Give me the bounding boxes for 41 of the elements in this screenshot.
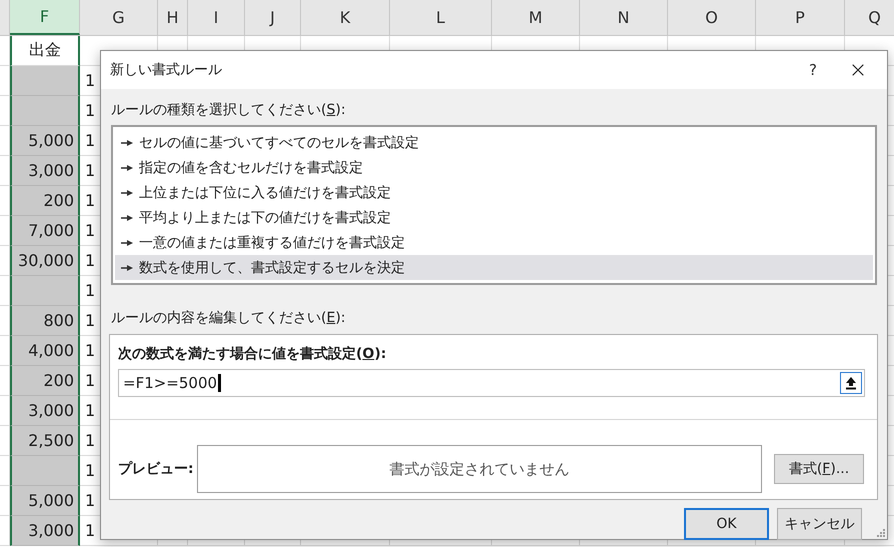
column-header[interactable]: K [301, 0, 390, 35]
collapse-icon[interactable] [840, 372, 862, 394]
ok-button[interactable]: OK [684, 508, 769, 540]
table-cell: 5,000 [10, 126, 80, 156]
column-header[interactable]: O [668, 0, 756, 35]
arrow-icon [121, 214, 133, 222]
table-cell: 3,000 [10, 396, 80, 426]
table-cell: 200 [10, 186, 80, 216]
close-icon[interactable] [851, 63, 865, 77]
column-header[interactable]: N [580, 0, 668, 35]
table-cell: 7,000 [10, 216, 80, 246]
table-cell: 4,000 [10, 336, 80, 366]
column-header[interactable]: L [390, 0, 492, 35]
table-cell: 3,000 [10, 516, 80, 546]
table-cell: 2,500 [10, 426, 80, 456]
cancel-button[interactable]: キャンセル [777, 508, 862, 540]
preview-text: 書式が設定されていません [390, 460, 570, 478]
table-cell: 30,000 [10, 246, 80, 276]
table-cell: 3,000 [10, 156, 80, 186]
resize-grip-icon[interactable] [875, 527, 885, 537]
column-header[interactable]: G [80, 0, 158, 35]
table-cell: 800 [10, 306, 80, 336]
table-cell: 200 [10, 366, 80, 396]
column-header[interactable]: M [492, 0, 580, 35]
formula-field[interactable]: =F1>=5000 [118, 369, 865, 397]
column-header[interactable]: I [188, 0, 245, 35]
rule-type-item[interactable]: 数式を使用して、書式設定するセルを決定 [115, 255, 873, 280]
column-header[interactable]: Q [845, 0, 894, 35]
table-cell: 5,000 [10, 486, 80, 516]
column-header[interactable]: H [158, 0, 188, 35]
help-button[interactable]: ? [809, 61, 817, 79]
arrow-icon [121, 138, 133, 146]
arrow-icon [121, 264, 133, 272]
column-header[interactable]: J [245, 0, 301, 35]
arrow-icon [121, 188, 133, 196]
arrow-icon [121, 238, 133, 246]
format-button[interactable]: 書式(F)... [774, 454, 864, 484]
column-header[interactable]: F [10, 0, 80, 35]
column-header[interactable]: P [756, 0, 845, 35]
table-cell: 出金 [10, 36, 80, 66]
arrow-icon [121, 164, 133, 172]
